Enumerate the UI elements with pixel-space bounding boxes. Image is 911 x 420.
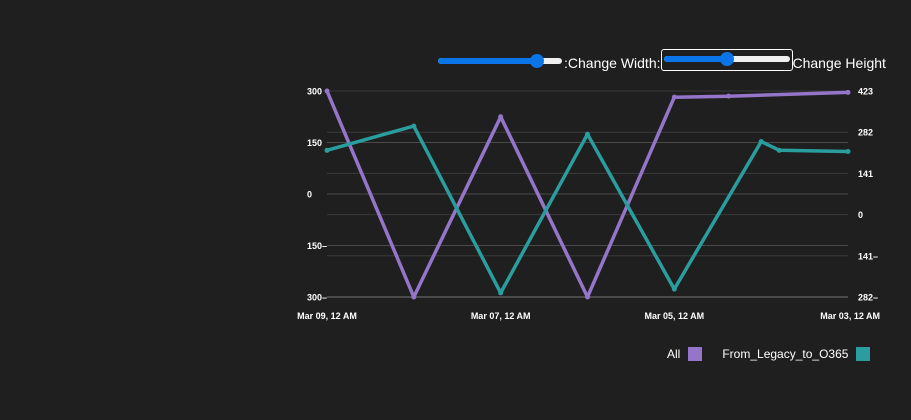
data-point[interactable] [324,147,330,153]
right-tick-label: 141– [858,251,878,261]
grid-lines [327,90,848,298]
legend-label-all: All [667,347,681,361]
chart-page: :Change Width: Change Height 300 150 0 150–… [0,0,911,420]
x-tick-label: Mar 09, 12 AM [297,311,357,321]
right-tick-label: 0 [858,210,863,220]
left-tick-label: 300– [307,293,327,303]
left-tick-label: 0 [307,190,312,200]
series-line-from-legacy-to-o365[interactable] [325,124,850,295]
legend-item-from-legacy-to-o365[interactable]: From_Legacy_to_O365 [722,347,871,361]
chart-legend: All From_Legacy_to_O365 [667,347,871,361]
right-tick-label: 282 [858,128,873,138]
right-tick-label: 141 [858,169,873,179]
data-point[interactable] [776,147,782,153]
right-y-axis: 423 282 141 0 141– 282– [858,87,878,303]
data-point[interactable] [758,139,764,145]
left-tick-label: 150 [307,138,322,148]
x-tick-label: Mar 03, 12 AM [820,311,880,321]
data-point[interactable] [411,123,417,129]
legend-item-all[interactable]: All [667,347,703,361]
data-point[interactable] [845,148,851,154]
data-point[interactable] [498,290,504,296]
legend-label-from-legacy-to-o365: From_Legacy_to_O365 [722,347,849,361]
data-point[interactable] [671,94,677,100]
right-tick-label: 282– [858,293,878,303]
data-point[interactable] [498,114,504,120]
left-tick-label: 300 [307,87,322,97]
legend-swatch-from-legacy-to-o365 [856,347,871,361]
data-point[interactable] [324,88,330,94]
x-tick-label: Mar 05, 12 AM [644,311,704,321]
data-point[interactable] [411,294,417,300]
data-point[interactable] [671,286,677,292]
left-y-axis: 300 150 0 150– 300– [307,87,327,303]
x-axis: Mar 09, 12 AM Mar 07, 12 AM Mar 05, 12 AM M… [297,296,880,321]
x-tick-label: Mar 07, 12 AM [471,311,531,321]
right-tick-label: 423 [858,87,873,97]
left-tick-label: 150– [307,241,327,251]
legend-swatch-all [688,347,703,361]
data-point[interactable] [726,93,732,99]
data-point[interactable] [585,294,590,300]
data-point[interactable] [845,89,851,95]
data-point[interactable] [585,131,590,137]
